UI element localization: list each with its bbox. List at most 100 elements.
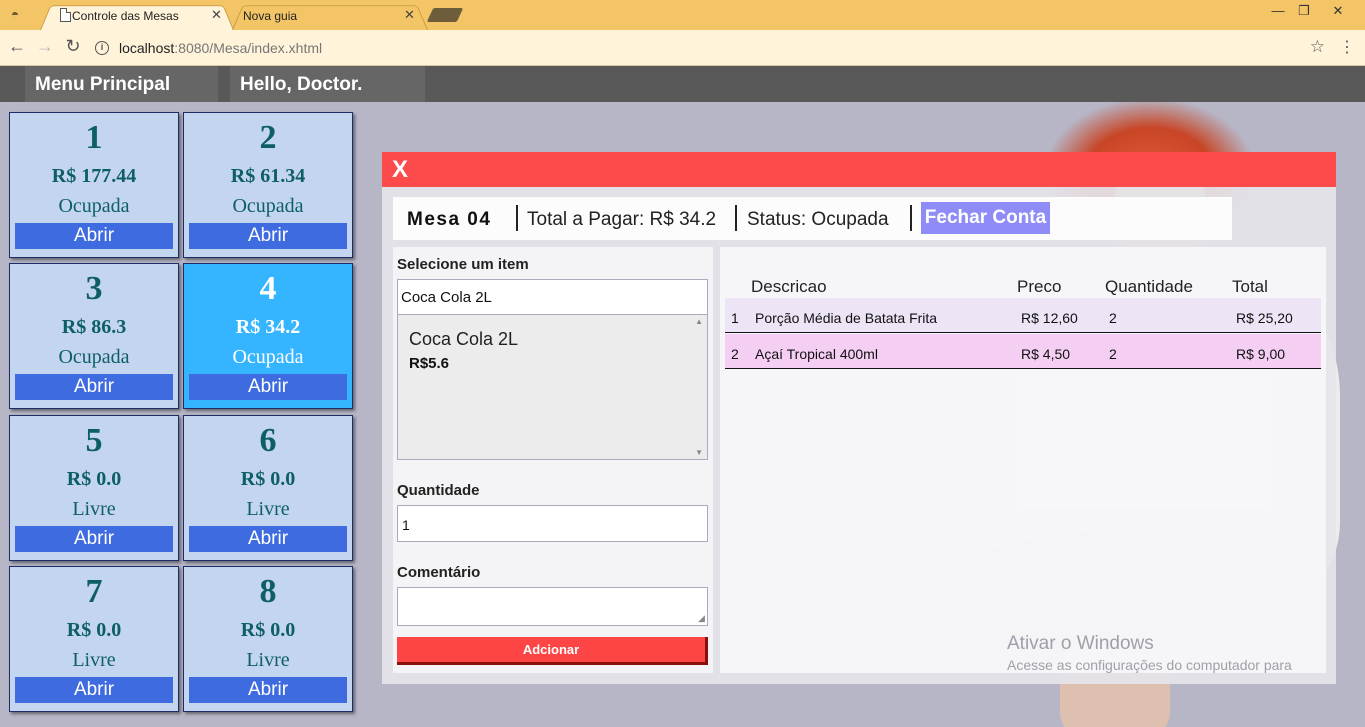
tab-controle-das-mesas[interactable]: Controle das Mesas ✕ [40,2,234,30]
minimize-icon[interactable]: — [1264,3,1292,18]
dialog-close-button[interactable]: X [392,156,408,184]
dialog-info-bar: Mesa 04 Total a Pagar: R$ 34.2 Status: O… [393,197,1232,240]
scroll-down-icon[interactable]: ▼ [695,448,703,457]
comentario-label: Comentário [397,564,481,581]
mesa-number: 2 [259,119,277,156]
abrir-button[interactable]: Abrir [189,374,347,400]
item-dropdown-list[interactable]: Coca Cola 2L R$5.6 ▲ ▼ [397,315,708,460]
browser-menu-icon[interactable]: ⋮ [1339,37,1355,57]
mesa-card-2: 2 R$ 61.34 Ocupada Abrir [183,112,353,258]
restore-icon[interactable]: ❐ [1290,3,1318,19]
quantidade-input[interactable]: 1 [397,505,708,542]
reload-icon[interactable]: ↻ [62,36,84,57]
abrir-button[interactable]: Abrir [15,374,173,400]
windows-watermark-text: Acesse as configurações do computador pa… [1007,657,1292,673]
tab-close-icon[interactable]: ✕ [211,7,222,23]
row-index: 2 [731,346,739,362]
row-quantidade: 2 [1109,346,1117,362]
quantidade-label: Quantidade [397,482,480,499]
column-header-quantidade: Quantidade [1105,277,1193,296]
mesa-number: 1 [85,119,103,156]
mesa-card-1: 1 R$ 177.44 Ocupada Abrir [9,112,179,258]
mesa-status: Livre [246,498,290,520]
divider [910,205,912,231]
mesa-total: R$ 61.34 [230,165,306,187]
mesa-number: 5 [85,422,103,459]
app-header: Menu Principal Hello, Doctor. [0,66,1365,102]
status-label: Status: Ocupada [747,209,889,230]
abrir-button[interactable]: Abrir [189,526,347,552]
bookmark-star-icon[interactable]: ☆ [1310,37,1325,57]
adicionar-button[interactable]: Adcionar [397,637,708,665]
row-total: R$ 9,00 [1236,346,1286,362]
table-row[interactable]: 1 Porção Média de Batata Frita R$ 12,60 … [725,298,1321,333]
mesa-number: 6 [259,422,277,459]
total-a-pagar: Total a Pagar: R$ 34.2 [527,209,717,230]
add-item-form: Selecione um item Coca Cola 2L Coca Cola… [393,247,713,673]
mesa-card-3: 3 R$ 86.3 Ocupada Abrir [9,263,179,409]
comentario-textarea[interactable] [397,587,708,626]
mesa-total: R$ 0.0 [66,619,122,641]
abrir-button[interactable]: Abrir [189,677,347,703]
mesa-status: Ocupada [58,195,130,217]
address-bar[interactable]: i localhost:8080/Mesa/index.xhtml ☆ [91,34,1335,62]
row-quantidade: 2 [1109,310,1117,326]
row-total: R$ 25,20 [1236,310,1293,326]
item-select-input[interactable]: Coca Cola 2L [397,279,708,315]
row-descricao: Porção Média de Batata Frita [755,310,938,326]
window-close-icon[interactable]: ✕ [1324,3,1352,19]
tab-label: Nova guia [243,9,298,23]
mesa-status: Ocupada [58,346,130,368]
mesa-card-7: 7 R$ 0.0 Livre Abrir [9,566,179,712]
mesa-total: R$ 0.0 [240,619,296,641]
mesa-number: 7 [85,573,103,610]
row-index: 1 [731,310,739,326]
abrir-button[interactable]: Abrir [15,677,173,703]
info-icon[interactable]: i [95,41,109,55]
mesa-status: Ocupada [232,195,304,217]
row-descricao: Açaí Tropical 400ml [755,346,878,362]
mesa-total: R$ 34.2 [235,316,301,338]
list-item-price: R$5.6 [409,355,450,372]
column-header-preco: Preco [1017,277,1062,296]
row-preco: R$ 4,50 [1021,346,1071,362]
select-item-label: Selecione um item [397,256,529,273]
browser-toolbar: ← → ↻ i localhost:8080/Mesa/index.xhtml … [0,30,1365,66]
scroll-up-icon[interactable]: ▲ [695,317,703,326]
abrir-button[interactable]: Abrir [15,526,173,552]
mesa-total: R$ 86.3 [61,316,127,338]
table-row[interactable]: 2 Açaí Tropical 400ml R$ 4,50 2 R$ 9,00 [725,334,1321,369]
abrir-button[interactable]: Abrir [189,223,347,249]
dialog-title-bar: X [382,152,1336,187]
url-text: localhost:8080/Mesa/index.xhtml [119,40,323,56]
mesa-status: Livre [72,498,116,520]
mesa-total: R$ 0.0 [66,468,122,490]
mesa-dialog: X Mesa 04 Total a Pagar: R$ 34.2 Status:… [382,152,1336,684]
mesa-number: 3 [85,270,103,307]
row-preco: R$ 12,60 [1021,310,1078,326]
mesa-label: Mesa 04 [407,209,492,230]
list-item-name[interactable]: Coca Cola 2L [409,329,518,350]
mesa-card-5: 5 R$ 0.0 Livre Abrir [9,415,179,561]
mesa-number: 4 [259,270,277,307]
divider [735,205,737,231]
tab-label: Controle das Mesas [72,9,179,23]
abrir-button[interactable]: Abrir [15,223,173,249]
mesa-card-6: 6 R$ 0.0 Livre Abrir [183,415,353,561]
browser-tab-bar: ◓ Controle das Mesas ✕ Nova guia ✕ — ❐ ✕ [0,0,1365,30]
windows-watermark-title: Ativar o Windows [1007,633,1154,654]
new-tab-button[interactable] [426,8,464,22]
fechar-conta-button[interactable]: Fechar Conta [921,202,1050,234]
column-header-descricao: Descricao [751,277,827,296]
mesa-total: R$ 0.0 [240,468,296,490]
tab-close-icon[interactable]: ✕ [404,7,415,23]
back-icon[interactable]: ← [6,36,28,57]
mesa-status: Ocupada [232,346,304,368]
divider [516,205,518,231]
column-header-total: Total [1232,277,1268,296]
mesa-card-4: 4 R$ 34.2 Ocupada Abrir [183,263,353,409]
tab-nova-guia[interactable]: Nova guia ✕ [232,2,428,30]
menu-principal[interactable]: Menu Principal [25,66,218,102]
forward-icon[interactable]: → [34,36,56,57]
mesa-status: Livre [72,649,116,671]
